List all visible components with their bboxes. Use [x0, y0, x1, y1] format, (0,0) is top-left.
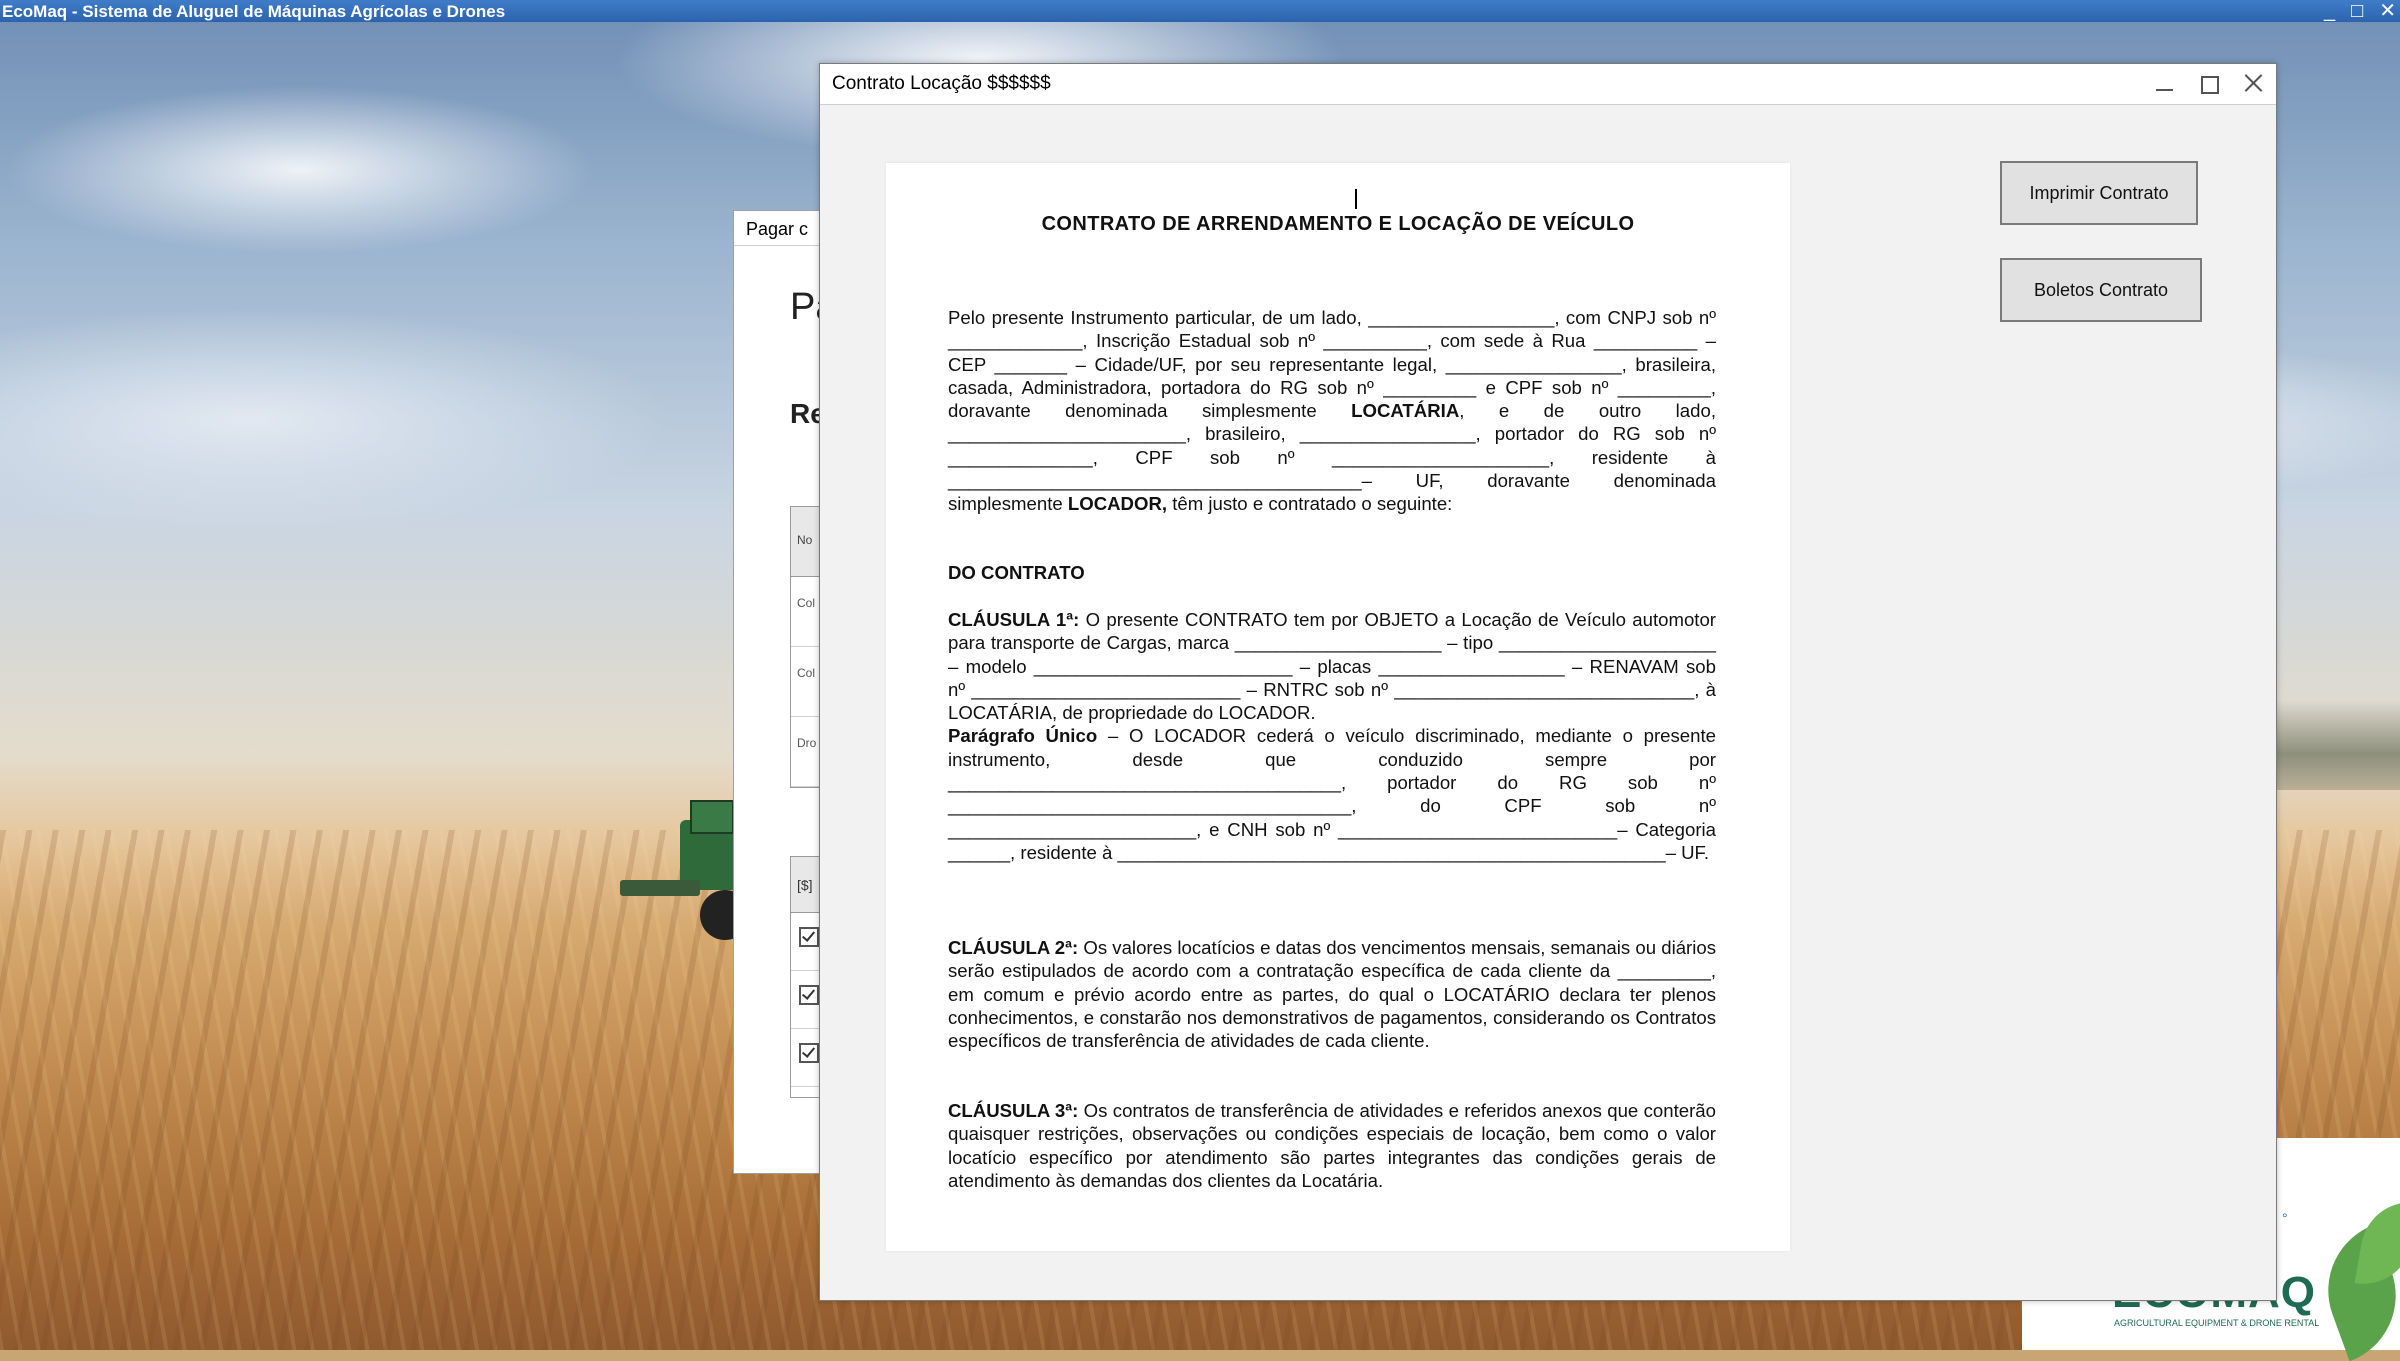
contract-window-titlebar: Contrato Locação $$$$$$	[820, 64, 2276, 105]
app-titlebar: EcoMaq - Sistema de Aluguel de Máquinas …	[0, 0, 2400, 22]
paragraph-text: têm justo e contratado o seguinte:	[1167, 493, 1453, 515]
section-heading: DO CONTRATO	[948, 562, 1085, 583]
maximize-icon[interactable]	[2196, 68, 2222, 98]
locataria-term: LOCATÁRIA	[1351, 400, 1460, 422]
contract-window-body: CONTRATO DE ARRENDAMENTO E LOCAÇÃO DE VE…	[820, 105, 2276, 1300]
checkbox[interactable]	[799, 1043, 819, 1063]
clause-label: CLÁUSULA 3ª:	[948, 1100, 1079, 1121]
contract-window-title: Contrato Locação $$$$$$	[832, 73, 1051, 94]
document-heading: CONTRATO DE ARRENDAMENTO E LOCAÇÃO DE VE…	[1041, 213, 1635, 235]
locador-term: LOCADOR,	[1067, 493, 1168, 515]
contract-document[interactable]: CONTRATO DE ARRENDAMENTO E LOCAÇÃO DE VE…	[886, 163, 1790, 1251]
harvester-image	[620, 800, 750, 940]
app-window-controls: _ □ ✕	[2324, 0, 2396, 22]
boletos-contract-button[interactable]: Boletos Contrato	[2000, 258, 2202, 322]
contract-window: Contrato Locação $$$$$$ CONTRATO DE ARRE…	[819, 63, 2277, 1301]
app-minimize-icon[interactable]: _	[2324, 1, 2335, 21]
paragraph-unico-label: Parágrafo Único	[948, 725, 1098, 747]
close-icon[interactable]	[2240, 68, 2266, 98]
payment-window-title: Pagar c	[746, 219, 809, 239]
checkbox[interactable]	[799, 927, 819, 947]
app-title: EcoMaq - Sistema de Aluguel de Máquinas …	[2, 2, 506, 21]
contract-window-controls	[2152, 68, 2266, 98]
clause-2: CLÁUSULA 2ª: Os valores locatícios e dat…	[948, 936, 1716, 1052]
app-maximize-icon[interactable]: □	[2351, 1, 2363, 21]
tree-line	[2270, 700, 2400, 790]
clause-label: CLÁUSULA 2ª:	[948, 937, 1079, 958]
logo-dot: °	[2282, 1210, 2288, 1226]
checkbox[interactable]	[799, 985, 819, 1005]
logo-tagline: AGRICULTURAL EQUIPMENT & DRONE RENTAL	[2114, 1318, 2320, 1328]
print-contract-button[interactable]: Imprimir Contrato	[2000, 161, 2198, 225]
clause-1: CLÁUSULA 1ª: O presente CONTRATO tem por…	[948, 608, 1716, 864]
text-caret	[1355, 189, 1357, 209]
minimize-icon[interactable]	[2152, 68, 2178, 98]
clause-3: CLÁUSULA 3ª: Os contratos de transferênc…	[948, 1099, 1716, 1192]
paragraph-parties: Pelo presente Instrumento particular, de…	[948, 306, 1716, 516]
app-close-icon[interactable]: ✕	[2379, 1, 2396, 21]
clause-label: CLÁUSULA 1ª:	[948, 609, 1080, 630]
